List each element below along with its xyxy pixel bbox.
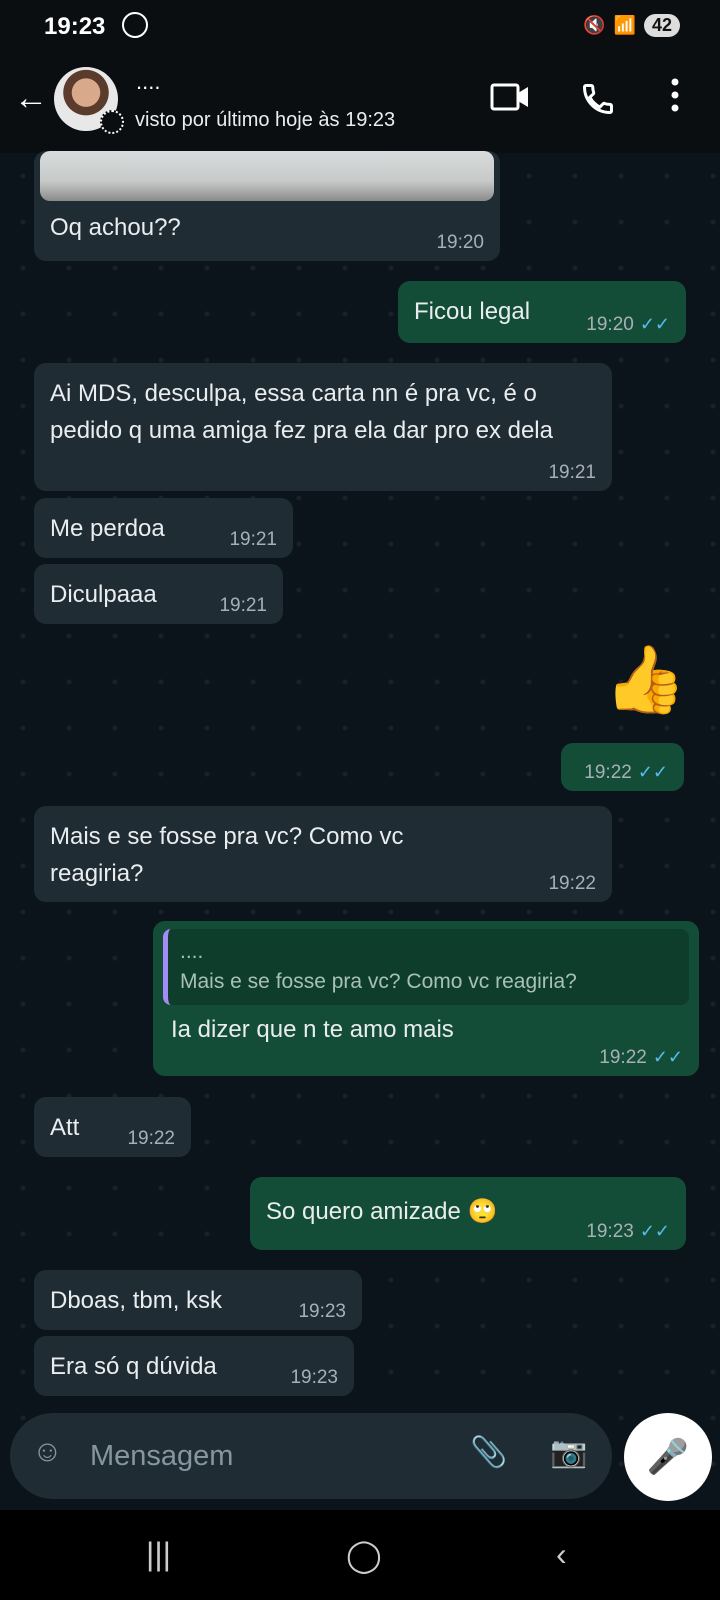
- double-check-icon: ✓✓: [652, 1047, 683, 1067]
- battery-indicator: 42: [643, 14, 680, 37]
- message-text: Diculpaaa: [50, 581, 157, 608]
- status-bar: 19:23 🔇 📶 42: [0, 0, 720, 55]
- wifi-icon: 📶: [613, 15, 636, 35]
- message-text: Mais e se fosse pra vc? Como vc reagiria…: [50, 823, 404, 887]
- image-attachment[interactable]: [40, 151, 494, 201]
- message-time: 19:23: [586, 1221, 634, 1242]
- disappearing-timer-icon: [100, 110, 124, 134]
- whatsapp-notification-icon: [122, 12, 148, 38]
- message-text: Ia dizer que n te amo mais: [171, 1016, 454, 1043]
- back-nav-icon[interactable]: ‹: [556, 1536, 567, 1573]
- attach-icon[interactable]: 📎: [470, 1435, 507, 1470]
- microphone-button[interactable]: 🎤: [624, 1413, 712, 1501]
- quoted-message[interactable]: .... Mais e se fosse pra vc? Como vc rea…: [163, 929, 689, 1005]
- message-incoming[interactable]: Oq achou?? 19:20: [34, 151, 500, 261]
- back-arrow-icon[interactable]: ←: [14, 79, 48, 118]
- camera-icon[interactable]: 📷: [550, 1435, 587, 1470]
- quoted-text: Mais e se fosse pra vc? Como vc reagiria…: [180, 970, 577, 993]
- contact-name[interactable]: ....: [136, 69, 160, 95]
- more-options-icon[interactable]: [670, 77, 680, 121]
- system-nav-bar: ||| ◯ ‹: [0, 1510, 720, 1600]
- message-time: 19:22: [599, 1047, 647, 1068]
- message-incoming[interactable]: Me perdoa 19:21: [34, 498, 293, 558]
- message-text: Ficou legal: [414, 298, 531, 325]
- message-outgoing[interactable]: Ficou legal 19:20 ✓✓: [398, 281, 686, 343]
- message-text: Oq achou??: [50, 214, 181, 241]
- double-check-icon: ✓✓: [639, 314, 670, 334]
- message-text: Ai MDS, desculpa, essa carta nn é pra vc…: [50, 380, 553, 444]
- status-time: 19:23: [44, 13, 106, 40]
- thumbs-up-emoji[interactable]: 👍: [604, 641, 686, 719]
- message-time: 19:20: [586, 314, 634, 335]
- message-incoming[interactable]: Diculpaaa 19:21: [34, 564, 283, 624]
- message-time: 19:23: [298, 1301, 346, 1322]
- double-check-icon: ✓✓: [639, 1221, 670, 1241]
- message-time: 19:23: [290, 1367, 338, 1388]
- message-incoming[interactable]: Mais e se fosse pra vc? Como vc reagiria…: [34, 806, 612, 902]
- double-check-icon: ✓✓: [637, 762, 668, 782]
- message-time: 19:21: [219, 595, 267, 616]
- video-call-icon[interactable]: [490, 81, 530, 121]
- message-list[interactable]: Oq achou?? 19:20 Ficou legal 19:20 ✓✓ Ai …: [0, 151, 720, 1493]
- message-time: 19:22: [127, 1128, 175, 1149]
- message-time: 19:22: [548, 873, 596, 894]
- home-icon[interactable]: ◯: [346, 1536, 382, 1574]
- message-outgoing-reply[interactable]: .... Mais e se fosse pra vc? Como vc rea…: [153, 921, 699, 1076]
- voice-call-icon[interactable]: [580, 81, 616, 125]
- message-text: Dboas, tbm, ksk: [50, 1287, 223, 1314]
- message-incoming[interactable]: Era só q dúvida 19:23: [34, 1336, 354, 1396]
- sticker-icon[interactable]: ☺: [32, 1435, 63, 1469]
- message-time: 19:20: [436, 232, 484, 253]
- last-seen: visto por último hoje às 19:23: [135, 109, 396, 131]
- microphone-icon: 🎤: [646, 1438, 690, 1476]
- quoted-author: ....: [180, 940, 204, 963]
- message-text: So quero amizade 🙄: [266, 1198, 498, 1225]
- message-time: 19:21: [229, 529, 277, 550]
- message-text: Att: [50, 1114, 80, 1141]
- message-incoming[interactable]: Ai MDS, desculpa, essa carta nn é pra vc…: [34, 363, 612, 491]
- message-outgoing[interactable]: So quero amizade 🙄 19:23 ✓✓: [250, 1177, 686, 1250]
- message-incoming[interactable]: Att 19:22: [34, 1097, 191, 1157]
- message-time: 19:22: [584, 762, 632, 783]
- message-outgoing[interactable]: 19:22 ✓✓: [561, 743, 684, 791]
- message-text: Era só q dúvida: [50, 1353, 217, 1380]
- message-text: Me perdoa: [50, 515, 165, 542]
- message-time: 19:21: [548, 462, 596, 483]
- chat-header: ← .... visto por último hoje às 19:23: [0, 55, 720, 153]
- message-incoming[interactable]: Dboas, tbm, ksk 19:23: [34, 1270, 362, 1330]
- recent-apps-icon[interactable]: |||: [146, 1536, 171, 1573]
- message-input[interactable]: ☺ Mensagem 📎 📷: [10, 1413, 612, 1499]
- message-placeholder: Mensagem: [90, 1440, 234, 1472]
- mute-icon: 🔇: [583, 15, 606, 35]
